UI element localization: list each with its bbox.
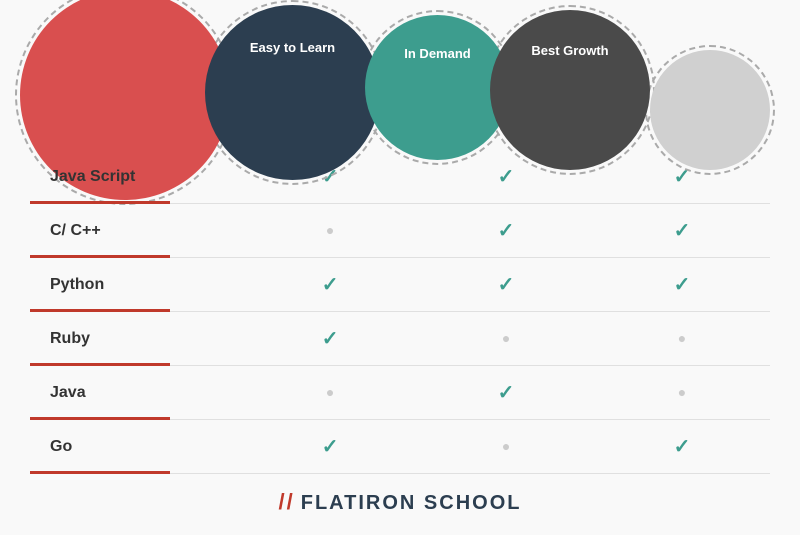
- indemand-cell: ✓: [418, 204, 594, 258]
- circle-indemand-label: In Demand: [394, 46, 480, 63]
- footer-brand-text: FLATIRON SCHOOL: [301, 492, 522, 514]
- table-row: Java ● ✓ ●: [30, 366, 770, 420]
- footer-slashes: //: [279, 489, 295, 514]
- footer-brand: // FLATIRON SCHOOL: [279, 492, 522, 514]
- check-icon: ✓: [674, 436, 691, 458]
- check-icon: ✓: [498, 220, 515, 242]
- check-icon: ✓: [322, 274, 339, 296]
- growth-cell: ●: [594, 366, 770, 420]
- table-row: Python ✓ ✓ ✓: [30, 258, 770, 312]
- table-row: C/ C++ ● ✓ ✓: [30, 204, 770, 258]
- easy-cell: ✓: [242, 420, 418, 474]
- comparison-table: Java Script✓✓✓C/ C++●✓✓Python✓✓✓Ruby✓●●J…: [30, 150, 770, 474]
- footer: // FLATIRON SCHOOL: [0, 474, 800, 535]
- easy-cell: ✓: [242, 312, 418, 366]
- growth-cell: ●: [594, 312, 770, 366]
- check-icon: ✓: [322, 436, 339, 458]
- indemand-cell: ✓: [418, 366, 594, 420]
- easy-cell: ●: [242, 366, 418, 420]
- circle-extra: [650, 50, 770, 170]
- check-icon: ✓: [322, 328, 339, 350]
- table-row: Go ✓ ● ✓: [30, 420, 770, 474]
- table-row: Java Script✓✓✓: [30, 150, 770, 204]
- lang-cell-python: Python: [30, 258, 242, 312]
- main-container: Easy to Learn In Demand Best Growth Java…: [0, 0, 800, 533]
- indemand-cell: ●: [418, 420, 594, 474]
- check-icon: ✓: [674, 220, 691, 242]
- lang-cell-javascript: Java Script: [30, 150, 242, 204]
- lang-cell-ruby: Ruby: [30, 312, 242, 366]
- lang-cell-cc: C/ C++: [30, 204, 242, 258]
- easy-cell: ✓: [242, 258, 418, 312]
- growth-cell: ✓: [594, 258, 770, 312]
- dot-icon: ●: [678, 386, 686, 401]
- table-area: Java Script✓✓✓C/ C++●✓✓Python✓✓✓Ruby✓●●J…: [0, 150, 800, 474]
- check-icon: ✓: [674, 274, 691, 296]
- circle-indemand: In Demand: [365, 15, 510, 160]
- check-icon: ✓: [498, 166, 515, 188]
- table-row: Ruby ✓ ● ●: [30, 312, 770, 366]
- check-icon: ✓: [498, 274, 515, 296]
- indemand-cell: ●: [418, 312, 594, 366]
- growth-cell: ✓: [594, 204, 770, 258]
- header-area: Easy to Learn In Demand Best Growth: [0, 0, 800, 140]
- easy-cell: ●: [242, 204, 418, 258]
- indemand-cell: ✓: [418, 258, 594, 312]
- dot-icon: ●: [502, 332, 510, 347]
- dot-icon: ●: [502, 440, 510, 455]
- lang-cell-java: Java: [30, 366, 242, 420]
- lang-cell-go: Go: [30, 420, 242, 474]
- dot-icon: ●: [678, 332, 686, 347]
- growth-cell: ✓: [594, 420, 770, 474]
- dot-icon: ●: [326, 224, 334, 239]
- dot-icon: ●: [326, 386, 334, 401]
- circle-growth: Best Growth: [490, 10, 650, 170]
- check-icon: ✓: [498, 382, 515, 404]
- circle-easy-label: Easy to Learn: [240, 40, 345, 57]
- circle-growth-label: Best Growth: [521, 43, 618, 60]
